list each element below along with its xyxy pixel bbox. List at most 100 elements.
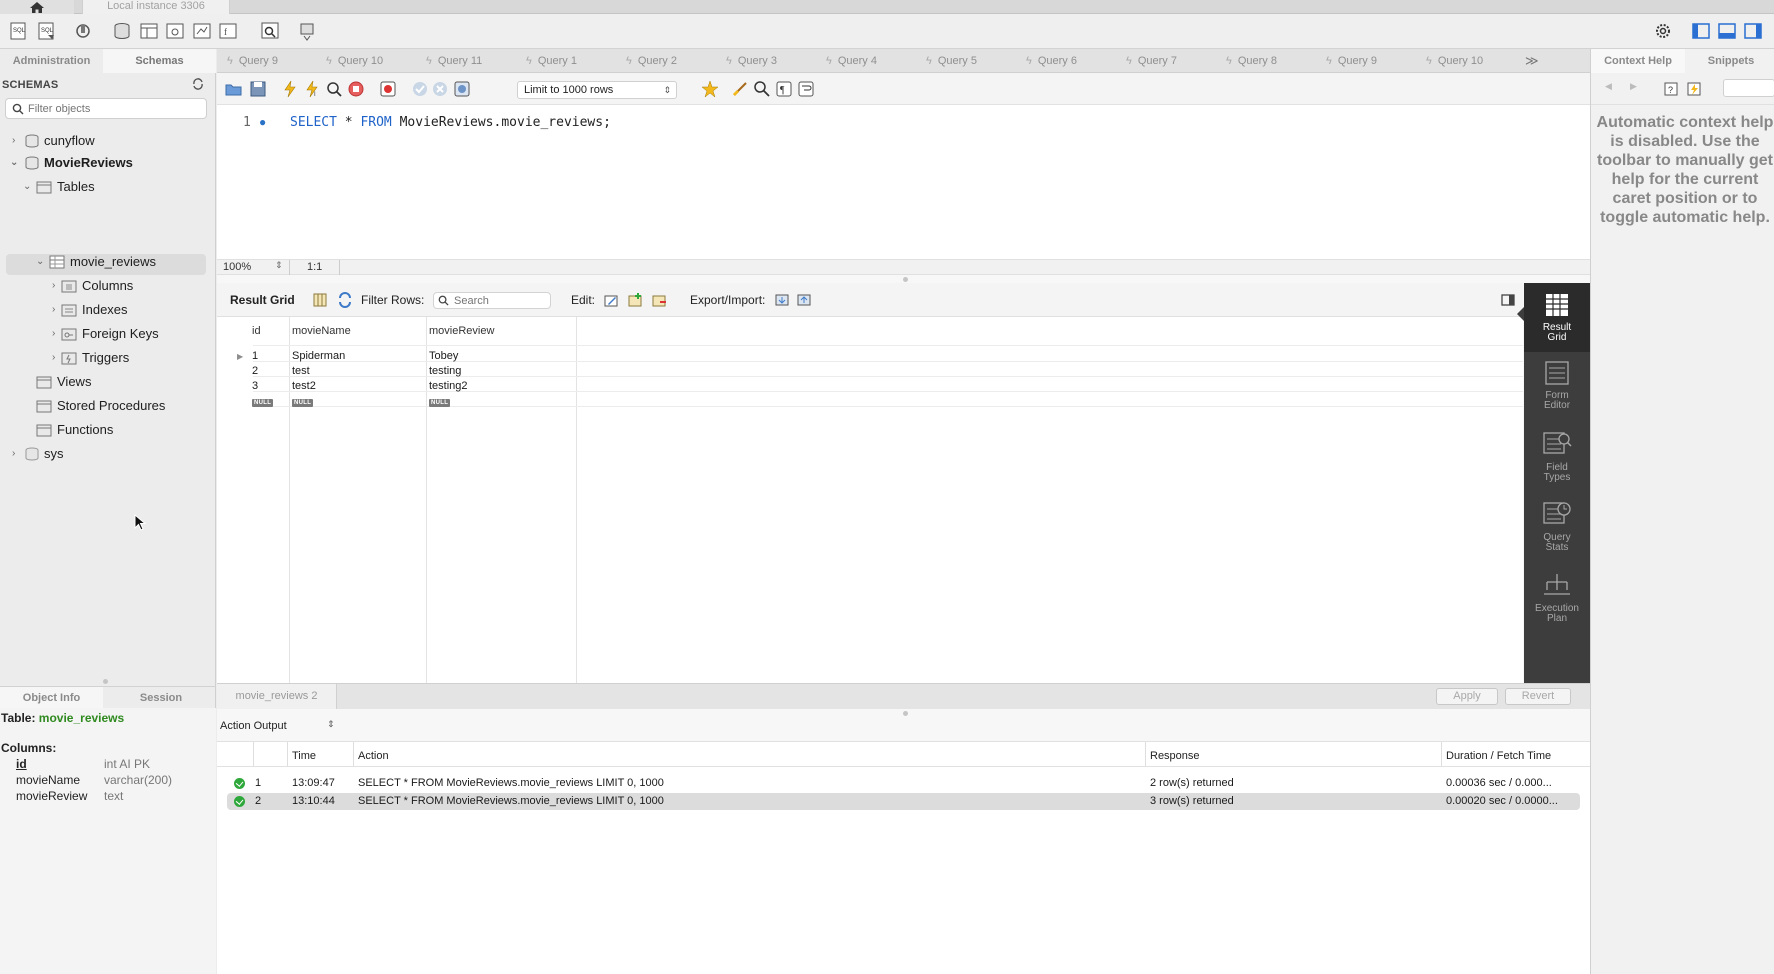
save-icon[interactable] [249, 80, 267, 98]
create-schema-icon[interactable] [111, 21, 133, 41]
explain-icon[interactable] [325, 80, 343, 98]
tree-item-foreign-keys[interactable]: › Foreign Keys [0, 323, 216, 345]
query-tab[interactable]: ϟ Query 9 [227, 49, 278, 73]
column-header-moviename[interactable]: movieName [292, 325, 351, 337]
cell-moviereview[interactable]: testing2 [429, 380, 468, 392]
back-arrow-icon[interactable]: ◀ [1605, 81, 1612, 92]
output-row[interactable]: 1 13:09:47 SELECT * FROM MovieReviews.mo… [227, 775, 1580, 792]
stop-icon[interactable] [347, 80, 365, 98]
tab-schemas[interactable]: Schemas [103, 49, 216, 73]
execute-bolt-icon[interactable] [281, 80, 299, 98]
new-row-cell-moviename[interactable]: NULL [292, 395, 314, 407]
query-tab[interactable]: ϟ Query 10 [1426, 49, 1483, 73]
cell-moviename[interactable]: test [292, 365, 310, 377]
new-row-cell-moviereview[interactable]: NULL [429, 395, 451, 407]
cell-id[interactable]: 1 [252, 350, 258, 362]
query-tab[interactable]: ϟ Query 10 [326, 49, 383, 73]
tree-item-cunyflow[interactable]: › cunyflow [0, 130, 216, 152]
beautify-broom-icon[interactable] [731, 80, 749, 98]
home-tab[interactable] [0, 0, 74, 14]
chevron-down-icon[interactable]: ⌄ [23, 176, 33, 198]
import-icon[interactable] [796, 292, 812, 308]
query-tab[interactable]: ϟ Query 2 [626, 49, 677, 73]
query-tab[interactable]: ϟ Query 6 [1026, 49, 1077, 73]
settings-gear-icon[interactable] [1652, 21, 1674, 41]
tab-snippets[interactable]: Snippets [1687, 49, 1774, 73]
sql-statement[interactable]: SELECT * FROM MovieReviews.movie_reviews… [290, 115, 611, 130]
sql-editor[interactable]: 1 ● SELECT * FROM MovieReviews.movie_rev… [217, 105, 1590, 259]
delete-row-icon[interactable] [651, 292, 667, 308]
query-tab[interactable]: ϟ Query 8 [1226, 49, 1277, 73]
cell-id[interactable]: 2 [252, 365, 258, 377]
chevron-right-icon[interactable]: › [12, 443, 22, 465]
tree-item-tables[interactable]: ⌄ Tables [0, 176, 216, 198]
filter-rows-input[interactable] [454, 294, 544, 307]
tab-object-info[interactable]: Object Info [0, 687, 103, 709]
new-sql-tab-icon[interactable]: SQL [8, 21, 30, 41]
output-header-action[interactable]: Action [358, 750, 389, 762]
tree-item-moviereviews[interactable]: ⌄ MovieReviews [0, 152, 216, 174]
create-view-icon[interactable] [164, 21, 186, 41]
tree-item-indexes[interactable]: › Indexes [0, 299, 216, 321]
auto-help-icon[interactable] [1686, 81, 1702, 97]
rail-execution-plan[interactable]: Execution Plan [1524, 572, 1590, 634]
create-table-icon[interactable] [138, 21, 160, 41]
output-header-duration[interactable]: Duration / Fetch Time [1446, 750, 1551, 762]
reconnect-icon[interactable] [296, 21, 318, 41]
toggle-secondary-sidebar-icon[interactable] [1742, 21, 1764, 41]
tab-administration[interactable]: Administration [0, 49, 103, 73]
new-row-cell-id[interactable]: NULL [252, 395, 274, 407]
splitter-handle[interactable] [903, 277, 908, 282]
search-table-data-icon[interactable] [259, 21, 281, 41]
query-tab[interactable]: ϟ Query 4 [826, 49, 877, 73]
chevron-updown-icon[interactable]: ⇕ [275, 260, 283, 271]
rail-field-types[interactable]: Field Types [1524, 431, 1590, 493]
tree-item-stored-procedures[interactable]: Stored Procedures [0, 395, 216, 417]
refresh-schemas-icon[interactable] [192, 78, 204, 93]
query-tab[interactable]: ϟ Query 11 [426, 49, 482, 73]
toggle-error-icon[interactable] [379, 80, 397, 98]
chevron-updown-icon[interactable]: ⇕ [327, 719, 335, 730]
export-icon[interactable] [774, 292, 790, 308]
toggle-sidebar-icon[interactable] [1690, 21, 1712, 41]
autocommit-icon[interactable] [453, 80, 471, 98]
open-folder-icon[interactable] [225, 80, 243, 98]
query-tab[interactable]: ϟ Query 9 [1326, 49, 1377, 73]
row-limit-select[interactable]: Limit to 1000 rows ⇕ [517, 81, 677, 99]
tree-item-sys[interactable]: › sys [0, 443, 216, 465]
cell-moviereview[interactable]: Tobey [429, 350, 458, 362]
word-wrap-icon[interactable] [797, 80, 815, 98]
zoom-level[interactable]: 100% [223, 261, 251, 273]
output-type-select[interactable]: Action Output [220, 720, 287, 732]
add-snippet-star-icon[interactable] [701, 80, 719, 98]
apply-button[interactable]: Apply [1436, 688, 1498, 705]
query-tab[interactable]: ϟ Query 3 [726, 49, 777, 73]
find-icon[interactable] [753, 80, 771, 98]
chevron-right-icon[interactable]: › [12, 130, 22, 152]
tab-session[interactable]: Session [106, 687, 216, 709]
rollback-icon[interactable] [431, 80, 449, 98]
revert-button[interactable]: Revert [1505, 688, 1571, 705]
rail-query-stats[interactable]: Query Stats [1524, 501, 1590, 563]
splitter-handle[interactable] [103, 679, 108, 684]
output-row[interactable]: 2 13:10:44 SELECT * FROM MovieReviews.mo… [227, 793, 1580, 810]
cell-id[interactable]: 3 [252, 380, 258, 392]
cell-moviename[interactable]: test2 [292, 380, 316, 392]
insert-row-icon[interactable] [627, 292, 643, 308]
rail-result-grid[interactable]: Result Grid [1524, 283, 1590, 352]
result-tab[interactable]: movie_reviews 2 [217, 684, 337, 709]
cell-moviereview[interactable]: testing [429, 365, 461, 377]
tree-item-functions[interactable]: Functions [0, 419, 216, 441]
splitter-handle[interactable] [903, 711, 908, 716]
more-tabs-button[interactable]: ≫ [1525, 49, 1539, 73]
tree-item-triggers[interactable]: › Triggers [0, 347, 216, 369]
filter-objects-input[interactable] [28, 101, 203, 116]
create-procedure-icon[interactable] [191, 21, 213, 41]
query-tab[interactable]: ϟ Query 7 [1126, 49, 1177, 73]
tree-item-views[interactable]: Views [0, 371, 216, 393]
connection-tab[interactable]: Local instance 3306 [82, 0, 230, 14]
toggle-output-icon[interactable] [1716, 21, 1738, 41]
refresh-icon[interactable] [337, 292, 353, 308]
toggle-panel-icon[interactable] [1500, 292, 1516, 308]
forward-arrow-icon[interactable]: ▶ [1630, 81, 1637, 92]
